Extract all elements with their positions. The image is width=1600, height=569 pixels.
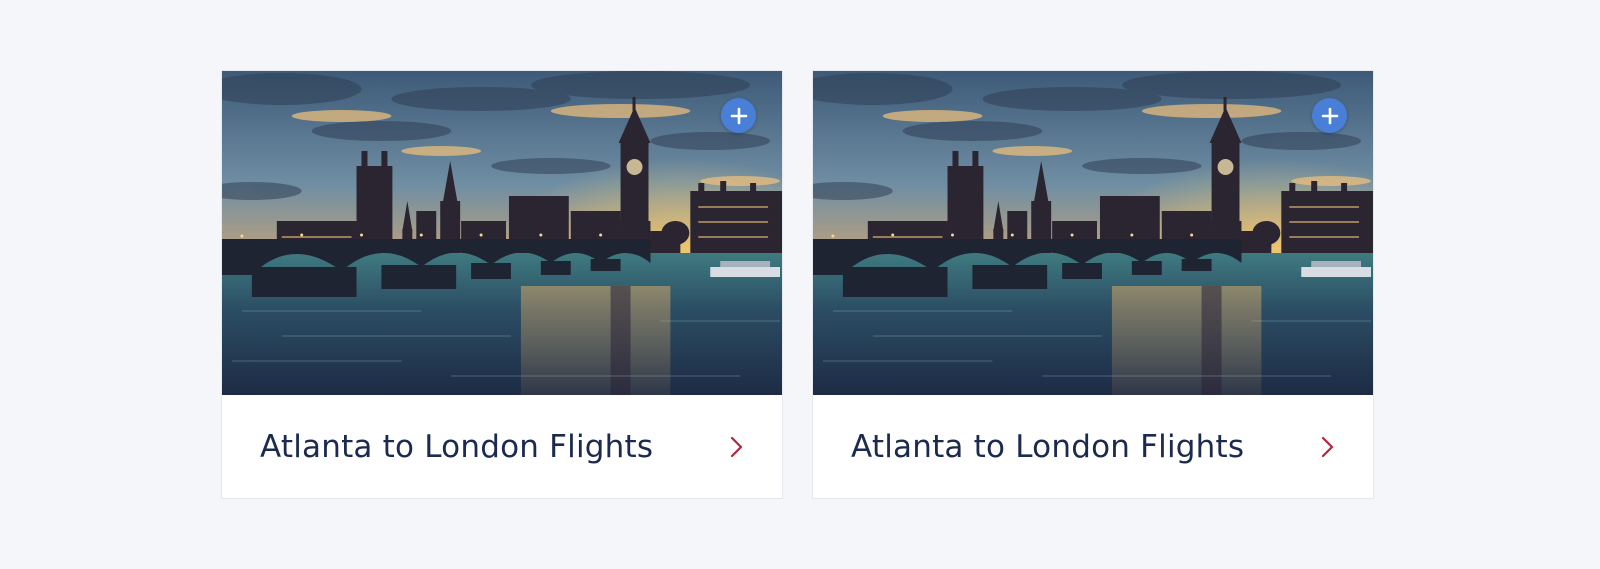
chevron-right-icon[interactable] — [1321, 436, 1335, 458]
add-button[interactable] — [721, 98, 756, 133]
london-westminster-image — [222, 71, 782, 395]
destination-cards: Atlanta to London Flights Atlanta to Lon… — [221, 70, 1374, 499]
plus-icon — [730, 107, 747, 124]
card-title[interactable]: Atlanta to London Flights — [851, 429, 1244, 465]
card-caption: Atlanta to London Flights — [813, 395, 1373, 498]
destination-card[interactable]: Atlanta to London Flights — [221, 70, 783, 499]
destination-card[interactable]: Atlanta to London Flights — [812, 70, 1374, 499]
card-title[interactable]: Atlanta to London Flights — [260, 429, 653, 465]
london-photo — [813, 71, 1373, 395]
london-westminster-image — [813, 71, 1373, 395]
chevron-right-icon[interactable] — [730, 436, 744, 458]
london-photo — [222, 71, 782, 395]
card-caption: Atlanta to London Flights — [222, 395, 782, 498]
plus-icon — [1321, 107, 1338, 124]
add-button[interactable] — [1312, 98, 1347, 133]
